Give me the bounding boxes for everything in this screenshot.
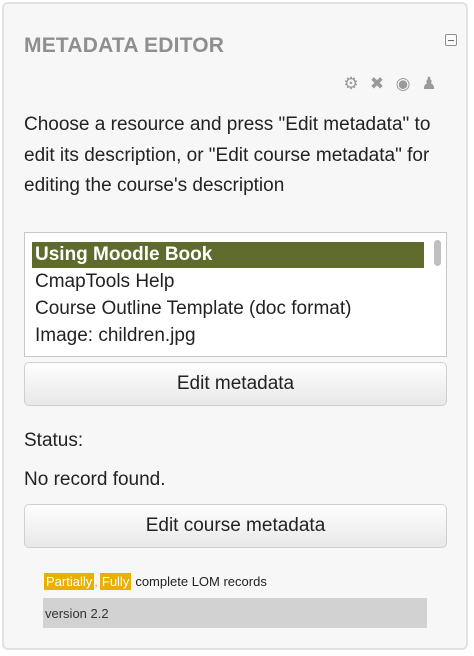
resource-item[interactable]: CmapTools Help <box>32 269 174 295</box>
collapse-icon[interactable] <box>445 34 457 46</box>
status-label: Status: <box>24 430 84 451</box>
legend-separator: , <box>94 574 98 589</box>
metadata-editor-block: METADATA EDITOR ⚙ ✖ ◉ ♟ Choose a resourc… <box>2 2 468 650</box>
legend-text: complete LOM records <box>135 574 267 589</box>
gear-icon[interactable]: ⚙ <box>342 74 360 94</box>
fully-tag: Fully <box>99 573 132 590</box>
resource-item-selected[interactable]: Using Moodle Book <box>32 242 424 268</box>
status-value: No record found. <box>24 469 166 490</box>
list-scrollbar[interactable] <box>434 240 441 266</box>
partially-tag: Partially <box>44 573 95 590</box>
eye-icon[interactable]: ◉ <box>394 74 412 94</box>
assign-user-icon[interactable]: ♟ <box>420 74 438 94</box>
version-label: version 2.2 <box>43 598 427 628</box>
lom-legend: Partially , Fully complete LOM records <box>44 573 267 590</box>
close-icon[interactable]: ✖ <box>368 74 386 94</box>
edit-course-metadata-button[interactable]: Edit course metadata <box>24 504 447 548</box>
edit-metadata-button[interactable]: Edit metadata <box>24 362 447 406</box>
resource-list[interactable]: Using Moodle Book CmapTools Help Course … <box>24 232 447 357</box>
resource-item[interactable]: Image: children.jpg <box>32 323 196 349</box>
block-title: METADATA EDITOR <box>24 34 225 57</box>
instructions-text: Choose a resource and press "Edit metada… <box>24 114 431 196</box>
block-actions: ⚙ ✖ ◉ ♟ <box>342 74 438 94</box>
resource-item[interactable]: Course Outline Template (doc format) <box>32 296 351 322</box>
